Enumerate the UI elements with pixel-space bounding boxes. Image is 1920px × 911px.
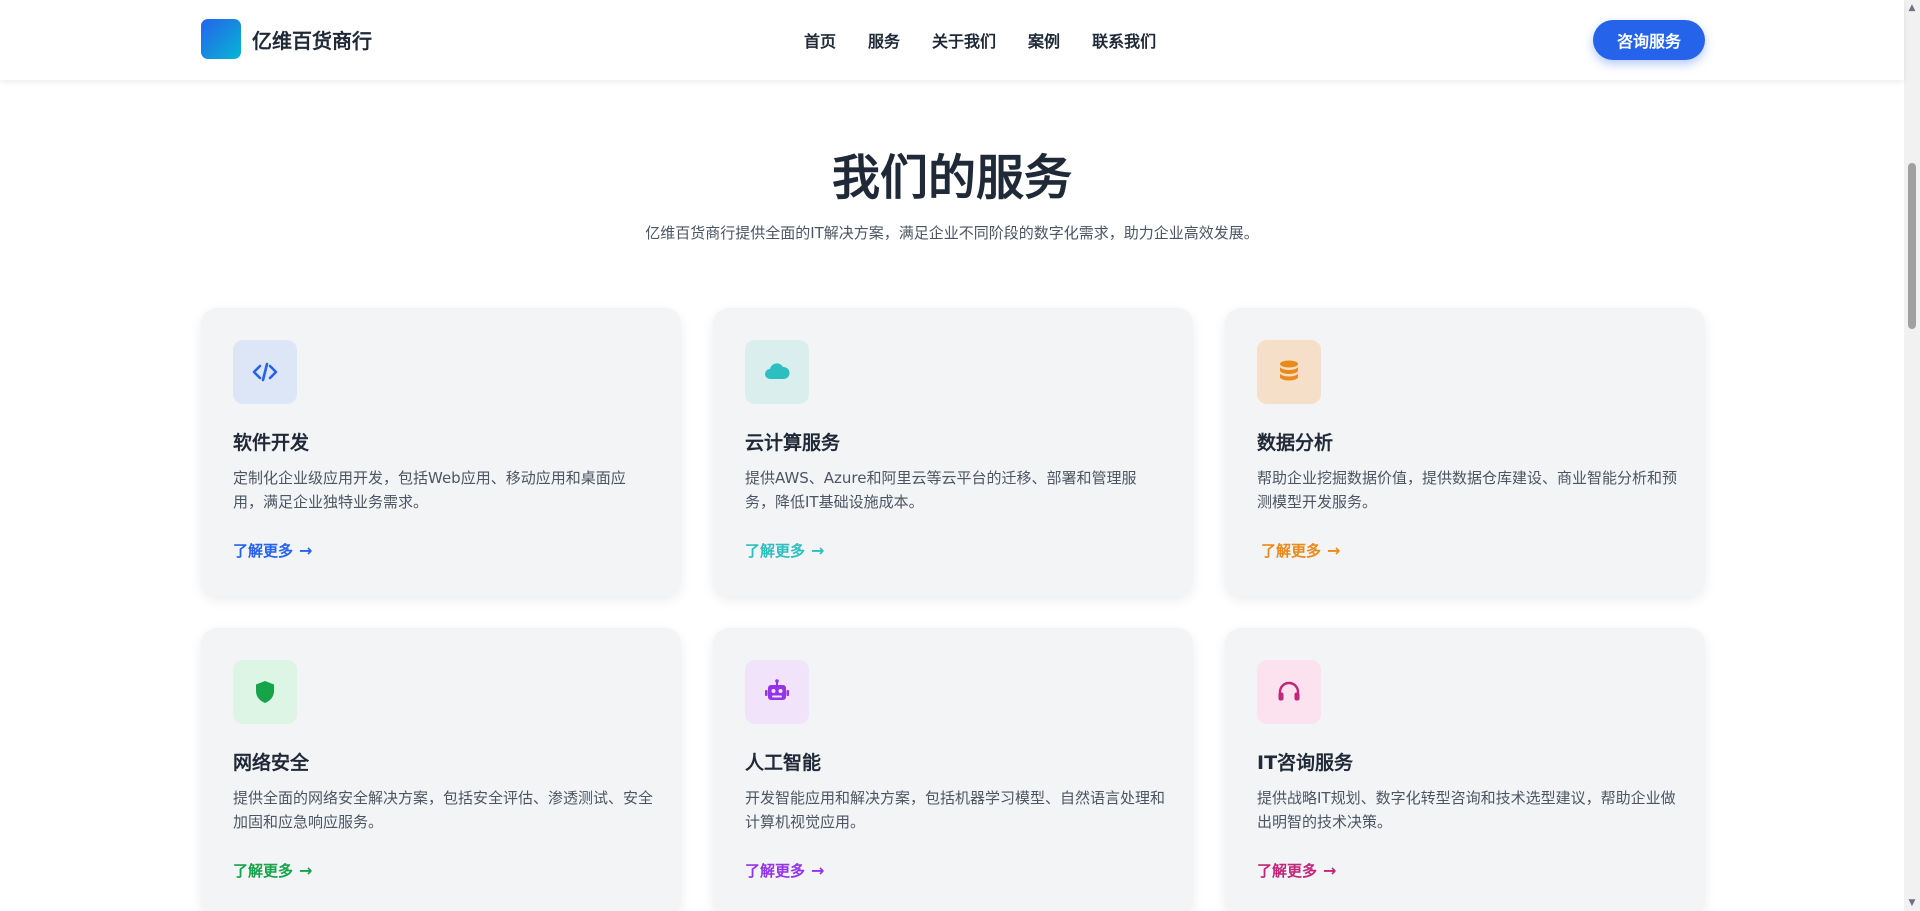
page: 亿维百货商行 首页 服务 关于我们 案例 联系我们 咨询服务 我们的服务 亿维百… [0,0,1920,911]
nav-home[interactable]: 首页 [804,28,836,52]
arrow-right-icon: → [1327,541,1341,560]
learn-more-link[interactable]: 了解更多 → [1261,540,1340,561]
learn-more-label: 了解更多 [1257,862,1318,880]
arrow-right-icon: → [811,861,825,880]
learn-more-label: 了解更多 [1261,542,1322,560]
learn-more-link[interactable]: 了解更多 → [1257,860,1336,881]
card-title: 人工智能 [745,752,822,774]
service-card-ai: 人工智能 开发智能应用和解决方案，包括机器学习模型、自然语言处理和计算机视觉应用… [713,628,1193,911]
shield-icon [233,660,297,724]
learn-more-link[interactable]: 了解更多 → [745,540,824,561]
card-description: 提供全面的网络安全解决方案，包括安全评估、渗透测试、安全加固和应急响应服务。 [233,789,654,831]
nav-contact[interactable]: 联系我们 [1092,28,1156,52]
card-title: IT咨询服务 [1257,752,1354,774]
learn-more-label: 了解更多 [745,862,806,880]
scroll-down-icon[interactable]: ▼ [1904,895,1920,911]
service-card-data: 数据分析 帮助企业挖掘数据价值，提供数据仓库建设、商业智能分析和预测模型开发服务… [1225,308,1705,596]
service-card-software: 软件开发 定制化企业级应用开发，包括Web应用、移动应用和桌面应用，满足企业独特… [201,308,681,596]
card-description: 定制化企业级应用开发，包括Web应用、移动应用和桌面应用，满足企业独特业务需求。 [233,469,626,511]
service-card-cloud: 云计算服务 提供AWS、Azure和阿里云等云平台的迁移、部署和管理服务，降低I… [713,308,1193,596]
main-nav: 首页 服务 关于我们 案例 联系我们 [804,28,1156,52]
robot-icon [745,660,809,724]
section-subtitle: 亿维百货商行提供全面的IT解决方案，满足企业不同阶段的数字化需求，助力企业高效发… [645,224,1259,242]
section-title: 我们的服务 [831,150,1072,206]
brand-name: 亿维百货商行 [252,28,372,53]
card-title: 软件开发 [233,432,310,454]
arrow-right-icon: → [299,541,313,560]
card-title: 网络安全 [233,752,310,774]
cloud-icon [745,340,809,404]
logo-icon [201,19,241,59]
service-card-security: 网络安全 提供全面的网络安全解决方案，包括安全评估、渗透测试、安全加固和应急响应… [201,628,681,911]
arrow-right-icon: → [299,861,313,880]
learn-more-label: 了解更多 [745,542,806,560]
card-description: 提供战略IT规划、数字化转型咨询和技术选型建议，帮助企业做出明智的技术决策。 [1257,789,1676,831]
brand-logo[interactable]: 亿维百货商行 [201,19,372,59]
page-scrollbar[interactable]: ▲ ▼ [1904,0,1920,911]
site-header: 亿维百货商行 首页 服务 关于我们 案例 联系我们 咨询服务 [0,0,1904,80]
card-description: 开发智能应用和解决方案，包括机器学习模型、自然语言处理和计算机视觉应用。 [745,789,1166,831]
scroll-thumb[interactable] [1908,163,1916,329]
learn-more-link[interactable]: 了解更多 → [745,860,824,881]
learn-more-label: 了解更多 [233,862,294,880]
card-description: 帮助企业挖掘数据价值，提供数据仓库建设、商业智能分析和预测模型开发服务。 [1257,469,1678,511]
arrow-right-icon: → [811,541,825,560]
card-description: 提供AWS、Azure和阿里云等云平台的迁移、部署和管理服务，降低IT基础设施成… [745,469,1137,511]
arrow-right-icon: → [1323,861,1337,880]
nav-about[interactable]: 关于我们 [932,28,996,52]
service-card-consulting: IT咨询服务 提供战略IT规划、数字化转型咨询和技术选型建议，帮助企业做出明智的… [1225,628,1705,911]
learn-more-label: 了解更多 [233,542,294,560]
headset-icon [1257,660,1321,724]
learn-more-link[interactable]: 了解更多 → [233,540,312,561]
code-icon [233,340,297,404]
database-icon [1257,340,1321,404]
nav-services[interactable]: 服务 [868,28,900,52]
nav-cases[interactable]: 案例 [1028,28,1060,52]
scroll-up-icon[interactable]: ▲ [1904,0,1920,16]
consult-button[interactable]: 咨询服务 [1593,20,1705,60]
card-title: 云计算服务 [745,432,841,454]
card-title: 数据分析 [1257,432,1334,454]
learn-more-link[interactable]: 了解更多 → [233,860,312,881]
